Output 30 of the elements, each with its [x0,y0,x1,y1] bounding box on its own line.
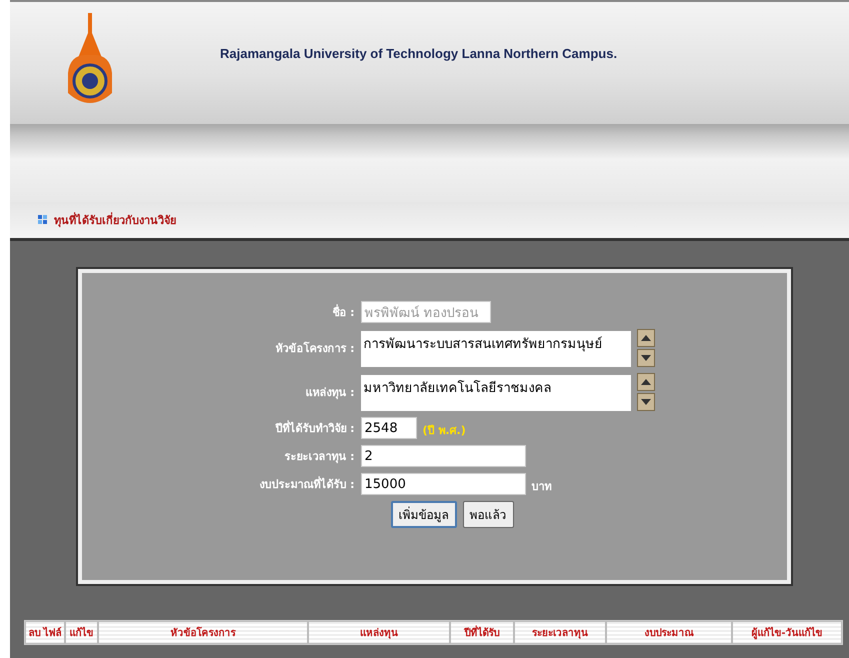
field-label: แหล่งทุน : [304,385,354,401]
scroll-down-icon[interactable] [636,393,654,411]
scroll-up-icon[interactable] [636,373,654,391]
field-note: (ปี พ.ศ.) [422,423,466,439]
input-field[interactable]: 2 [360,445,526,467]
form-button[interactable]: พอแล้ว [462,501,514,528]
column-header: ระยะเวลาทุน [514,621,606,644]
field-label: งบประมาณที่ได้รับ : [258,475,354,493]
column-header: ลบ ไฟล์ [25,621,65,644]
section-title: ทุนที่ได้รับเกี่ยวกับงานวิจัย [54,211,176,229]
text-area[interactable]: การพัฒนาระบบสารสนเทศทรัพยากรมนุษย์ [360,331,630,367]
scroll-down-icon[interactable] [636,349,654,367]
university-title: Rajamangala University of Technology Lanna Northern Campus. [220,46,618,60]
column-header: แหล่งทุน [308,621,450,644]
field-label: ปีที่ได้รับทำวิจัย : [274,419,354,437]
text-area[interactable]: มหาวิทยาลัยเทคโนโลยีราชมงคล [360,375,630,411]
unit-label: บาท [532,479,552,495]
field-label: ชื่อ : [331,303,354,321]
input-field[interactable]: 15000 [360,473,526,495]
column-header: ปีที่ได้รับ [450,621,514,644]
column-header: หัวข้อโครงการ [98,621,308,644]
column-header: ผู้แก้ไข-วันแก้ไข [732,621,842,644]
scroll-up-icon[interactable] [636,329,654,347]
column-header: งบประมาณ [606,621,732,644]
form-button[interactable]: เพิ่มข้อมูล [390,501,456,528]
field-label: หัวข้อโครงการ : [274,340,354,357]
field-label: ระยะเวลาทุน : [283,449,354,465]
input-field[interactable]: 2548 [360,417,416,439]
column-header: แก้ไข [65,621,98,644]
grid-icon [38,215,48,225]
